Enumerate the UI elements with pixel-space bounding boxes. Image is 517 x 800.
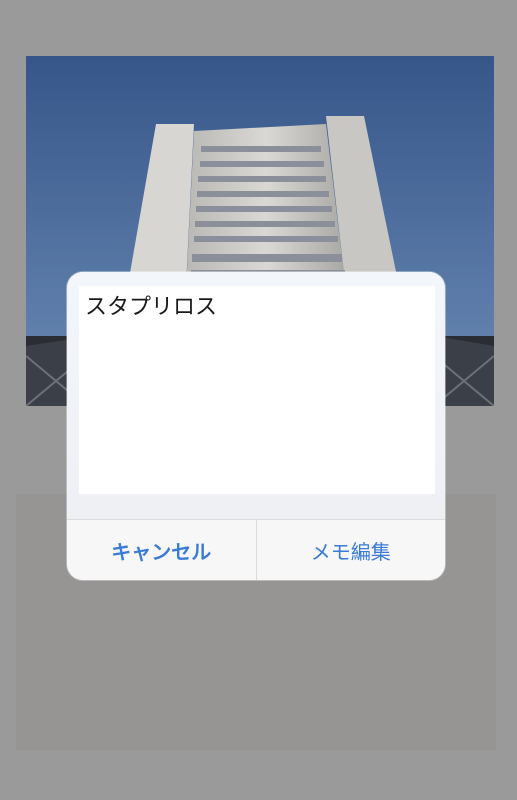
dialog-button-row: キャンセル メモ編集 [67,519,445,580]
edit-memo-button[interactable]: メモ編集 [257,520,446,580]
memo-dialog: スタプリロス キャンセル メモ編集 [67,272,445,580]
cancel-button[interactable]: キャンセル [67,520,257,580]
memo-text-area[interactable]: スタプリロス [79,286,435,494]
dialog-content: スタプリロス [67,272,445,519]
